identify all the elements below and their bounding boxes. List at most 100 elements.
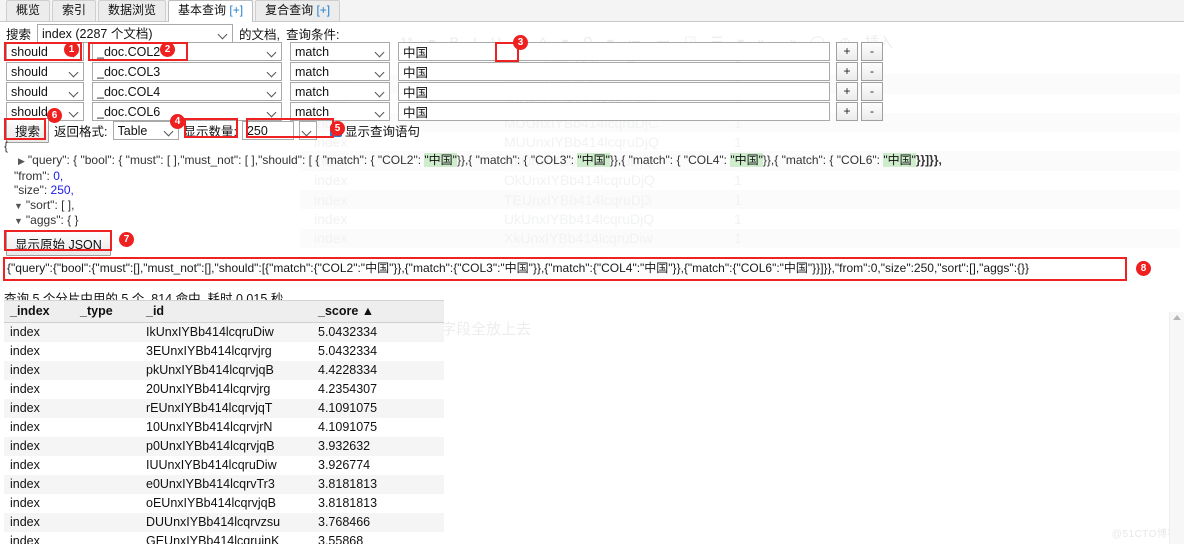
table-row[interactable]: index GEUnxIYBb414lcqrujnK 3.55868 [4,532,444,544]
json-query-line: ▶ "query": { "bool": { "must": [ ],"must_… [4,153,942,168]
operator-select-1[interactable]: match [290,42,390,61]
table-row[interactable]: index p0UnxIYBb414lcqrvjqB 3.932632 [4,437,444,456]
operator-select-wrap-1[interactable]: match [290,42,390,61]
cell-score: 3.8181813 [318,496,378,510]
cell-type [74,437,140,456]
cell-score: 4.1091075 [318,401,378,415]
operator-select-2[interactable]: match [290,62,390,81]
add-row-button-3[interactable]: + [836,82,858,101]
annotation-badge-6: 6 [47,108,62,123]
json-sort-text: "sort": [ ], [25,197,75,212]
remove-row-button-1[interactable]: - [861,42,883,61]
cell-spacer [404,380,444,399]
cell-index: index [10,496,40,510]
cell-id: DUUnxIYBb414lcqrvzsu [146,515,281,529]
remove-row-button-4[interactable]: - [861,102,883,121]
raw-json-output: {"query":{"bool":{"must":[],"must_not":[… [7,261,1030,275]
field-select-1[interactable]: _doc.COL2 [92,42,282,61]
column-header-index[interactable]: _index [4,300,74,323]
table-row[interactable]: index oEUnxIYBb414lcqrvjqB 3.8181813 [4,494,444,513]
field-select-3[interactable]: _doc.COL4 [92,82,282,101]
table-row[interactable]: index e0UnxIYBb414lcqrvTr3 3.8181813 [4,475,444,494]
occur-select-3[interactable]: should [6,82,84,101]
table-row[interactable]: index pkUnxIYBb414lcqrvjqB 4.4228334 [4,361,444,380]
collapse-arrow-icon[interactable]: ▼ [14,201,23,211]
tab-bar: 概览 索引 数据浏览 基本查询 [+] 复合查询 [+] [0,0,1184,22]
field-select-wrap-2[interactable]: _doc.COL3 [92,62,282,81]
cell-type [74,399,140,418]
collapse-arrow-icon[interactable]: ▶ [18,156,25,166]
table-row[interactable]: index rEUnxIYBb414lcqrvjqT 4.1091075 [4,399,444,418]
field-select-2[interactable]: _doc.COL3 [92,62,282,81]
cell-spacer [404,456,444,475]
column-header-score[interactable]: _score ▲ [312,300,404,323]
cell-index: index [10,439,40,453]
index-select[interactable]: index (2287 个文档) [37,24,234,43]
json-from-value: 0, [53,168,64,183]
return-format-select[interactable]: Table [112,121,179,140]
remove-row-button-3[interactable]: - [861,82,883,101]
operator-select-wrap-2[interactable]: match [290,62,390,81]
value-input-1[interactable] [398,42,830,61]
tab-index[interactable]: 索引 [52,0,97,21]
json-value-highlight: "中国" [730,153,763,168]
cell-index: index [10,344,40,358]
json-sort-line: ▼ "sort": [ ], [4,198,942,213]
cell-score: 3.932632 [318,439,371,453]
index-select-wrap[interactable]: index (2287 个文档) [37,24,234,43]
operator-select-3[interactable]: match [290,82,390,101]
value-input-2[interactable] [398,62,830,81]
cell-type [74,342,140,361]
results-table-body: index IkUnxIYBb414lcqruDiw 5.0432334 ind… [4,322,444,544]
scroll-up-icon[interactable] [1173,315,1181,320]
add-row-button-2[interactable]: + [836,62,858,81]
add-row-button-1[interactable]: + [836,42,858,61]
return-format-select-wrap[interactable]: Table [112,121,179,140]
table-row[interactable]: index 20UnxIYBb414lcqrvjrg 4.2354307 [4,380,444,399]
cell-type [74,418,140,437]
vertical-scrollbar[interactable] [1169,312,1184,544]
cell-score: 5.0432334 [318,344,378,358]
occur-select-wrap-3[interactable]: should [6,82,84,101]
tab-basic-query[interactable]: 基本查询 [+] [168,0,254,22]
column-header-spacer [404,300,444,323]
display-count-input[interactable] [241,121,294,140]
occur-select-2[interactable]: should [6,62,84,81]
cell-id: GEUnxIYBb414lcqrujnK [146,534,280,544]
table-row[interactable]: index 3EUnxIYBb414lcqrvjrg 5.0432334 [4,342,444,361]
operator-select-wrap-3[interactable]: match [290,82,390,101]
cell-type [74,323,140,343]
show-raw-json-button[interactable]: 显示原始 JSON [6,231,111,256]
annotation-badge-8: 8 [1136,261,1151,276]
remove-row-button-2[interactable]: - [861,62,883,81]
tab-expand-marker: [+] [229,3,244,17]
add-row-button-4[interactable]: + [836,102,858,121]
column-header-id[interactable]: _id [140,300,312,323]
cell-type [74,380,140,399]
tab-compound-query[interactable]: 复合查询 [+] [255,0,341,21]
display-count-select-wrap[interactable] [298,121,317,140]
cell-index: index [10,363,40,377]
cell-spacer [404,418,444,437]
cell-score: 3.8181813 [318,477,378,491]
value-input-4[interactable] [398,102,830,121]
value-input-3[interactable] [398,82,830,101]
query-row: should _doc.COL2 match + - [6,42,883,61]
table-row[interactable]: index DUUnxIYBb414lcqrvzsu 3.768466 [4,513,444,532]
tab-overview[interactable]: 概览 [6,0,51,21]
cell-spacer [404,323,444,343]
cell-spacer [404,475,444,494]
field-select-wrap-1[interactable]: _doc.COL2 [92,42,282,61]
column-header-type[interactable]: _type [74,300,140,323]
field-select-wrap-3[interactable]: _doc.COL4 [92,82,282,101]
table-row[interactable]: index IkUnxIYBb414lcqruDiw 5.0432334 [4,322,444,343]
tab-data-browse[interactable]: 数据浏览 [98,0,167,21]
display-count-select[interactable] [298,121,317,140]
collapse-arrow-icon[interactable]: ▼ [14,216,23,226]
table-row[interactable]: index IUUnxIYBb414lcqruDiw 3.926774 [4,456,444,475]
show-query-label: 显示查询语句 [344,125,420,139]
occur-select-wrap-2[interactable]: should [6,62,84,81]
query-row: should _doc.COL3 match + - [6,62,883,81]
table-row[interactable]: index 10UnxIYBb414lcqrvjrN 4.1091075 [4,418,444,437]
json-close-brace: } [4,228,942,242]
